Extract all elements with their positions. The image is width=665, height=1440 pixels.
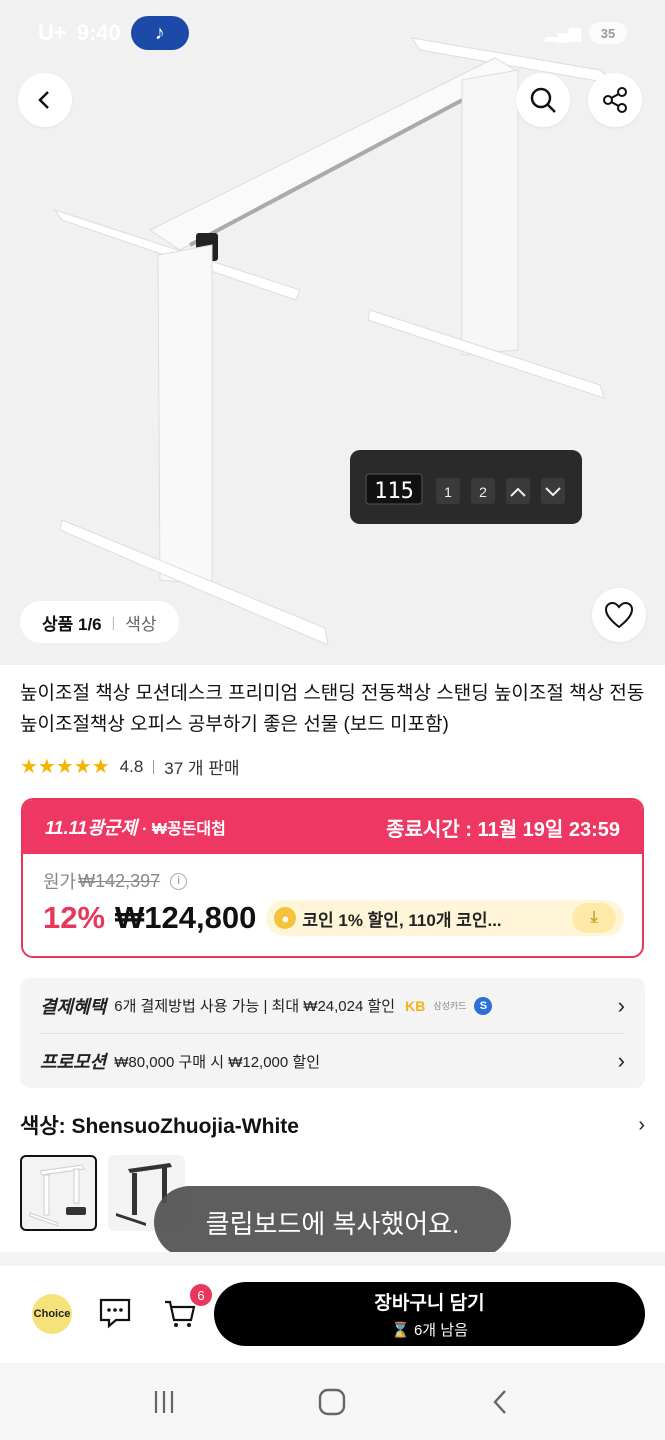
product-image-gallery[interactable]: 115 1 2 U+ 9:40 ♪ ▂▄▆ 35 상품 1/6 | 색상 [0,0,665,665]
choice-badge[interactable]: Choice [32,1294,72,1334]
benefit-title: 프로모션 [40,1052,107,1072]
home-button[interactable] [302,1372,362,1432]
payment-logos: KB 삼성카드 S [405,996,493,1015]
add-to-cart-label: 장바구니 담기 [374,1293,485,1314]
recents-button[interactable] [134,1372,194,1432]
promo-end-time: 종료시간 : 11월 19일 23:59 [386,818,620,841]
back-button[interactable] [18,73,72,127]
color-thumb-white[interactable] [20,1155,97,1231]
sold-count: 37 개 판매 [164,759,240,778]
rating-row[interactable]: ★★★★★ 4.8 37 개 판매 [20,754,240,779]
benefit-title: 결제혜택 [40,996,107,1017]
chevron-right-icon: › [638,1113,645,1136]
original-price-row: 원가 ₩142,397 i [43,868,624,894]
color-option-row[interactable]: 색상: ShensuoZhuojia-White › [20,1110,645,1140]
coin-icon: ● [274,907,297,929]
divider [153,759,155,774]
signal-icon: ▂▄▆ [545,25,581,42]
favorite-button[interactable] [592,588,646,642]
color-option-label: 색상: ShensuoZhuojia-White [20,1115,299,1138]
promo-event-title: 11.11광군제 · ₩꽁돈대첩 [45,814,226,840]
share-icon [603,87,627,113]
controller-display: 115 [374,479,414,504]
image-counter-value: 상품 1/6 [42,614,102,634]
benefit-text: ₩80,000 구매 시 ₩12,000 할인 [114,1053,320,1071]
promo-event-sub: · ₩꽁돈대첩 [142,821,226,838]
rating-value: 4.8 [119,756,144,776]
promo-header: 11.11광군제 · ₩꽁돈대첩 종료시간 : 11월 19일 23:59 [23,800,642,854]
back-nav-icon [493,1389,506,1414]
svg-text:2: 2 [479,484,487,500]
promo-price-box: 11.11광군제 · ₩꽁돈대첩 종료시간 : 11월 19일 23:59 원가… [21,798,644,958]
white-frame-thumbnail [29,1164,86,1227]
product-title: 높이조절 책상 모션데스크 프리미엄 스탠딩 전동책상 스탠딩 높이조절 책상 … [20,683,645,735]
toast-message: 클립보드에 복사했어요. [154,1186,511,1258]
search-button[interactable] [516,73,570,127]
kb-card-logo: KB [405,997,426,1014]
shinhan-card-logo: S [474,996,493,1015]
chat-icon[interactable] [98,1296,132,1330]
bottom-action-bar: Choice 6 장바구니 담기 ⌛ 6개 남음 [0,1266,665,1363]
system-back-button[interactable] [471,1372,531,1432]
coin-discount-pill[interactable]: ● 코인 1% 할인, 110개 코인... ⤓ [266,900,624,936]
status-bar: U+ 9:40 ♪ ▂▄▆ 35 [0,0,665,66]
discount-rate: 12% [43,900,106,935]
battery-icon: 35 [589,22,627,44]
heart-icon [604,601,634,629]
add-to-cart-button[interactable]: 장바구니 담기 ⌛ 6개 남음 [214,1282,645,1346]
download-icon[interactable]: ⤓ [572,903,616,933]
carrier-label: U+ [38,20,67,45]
share-button[interactable] [588,73,642,127]
search-icon [530,87,556,113]
payment-benefit-row[interactable]: 결제혜택 6개 결제방법 사용 가능 | 최대 ₩24,024 할인 KB 삼성… [40,978,625,1033]
original-price-label: 원가 [43,872,77,892]
promotion-row[interactable]: 프로모션 ₩80,000 구매 시 ₩12,000 할인 › [40,1033,625,1088]
chevron-right-icon: › [617,1048,625,1073]
coin-discount-text: 코인 1% 할인, 110개 코인... [302,910,502,930]
section-divider [0,1252,665,1266]
samsung-card-logo: 삼성카드 [433,1001,467,1011]
back-arrow-icon [38,91,49,109]
clock: 9:40 [76,20,121,45]
benefits-panel: 결제혜택 6개 결제방법 사용 가능 | 최대 ₩24,024 할인 KB 삼성… [20,978,645,1088]
svg-text:1: 1 [444,484,452,500]
system-nav-bar [0,1363,665,1440]
promo-event-name: 11.11광군제 [45,818,138,838]
music-note-icon: ♪ [130,16,189,50]
stock-remaining: ⌛ 6개 남음 [391,1322,468,1339]
cart-count-badge: 6 [190,1284,212,1306]
sale-price: ₩124,800 [115,900,257,935]
image-counter[interactable]: 상품 1/6 | 색상 [20,601,179,643]
original-price: ₩142,397 [78,870,161,891]
recents-icon [155,1390,174,1413]
image-counter-label: 색상 [125,614,157,634]
home-icon [319,1388,346,1415]
benefit-text: 6개 결제방법 사용 가능 | 최대 ₩24,024 할인 [114,998,396,1015]
info-icon[interactable]: i [170,872,188,890]
star-rating-icon: ★★★★★ [20,756,110,778]
chevron-right-icon: › [617,992,625,1018]
divider: | [111,614,116,630]
